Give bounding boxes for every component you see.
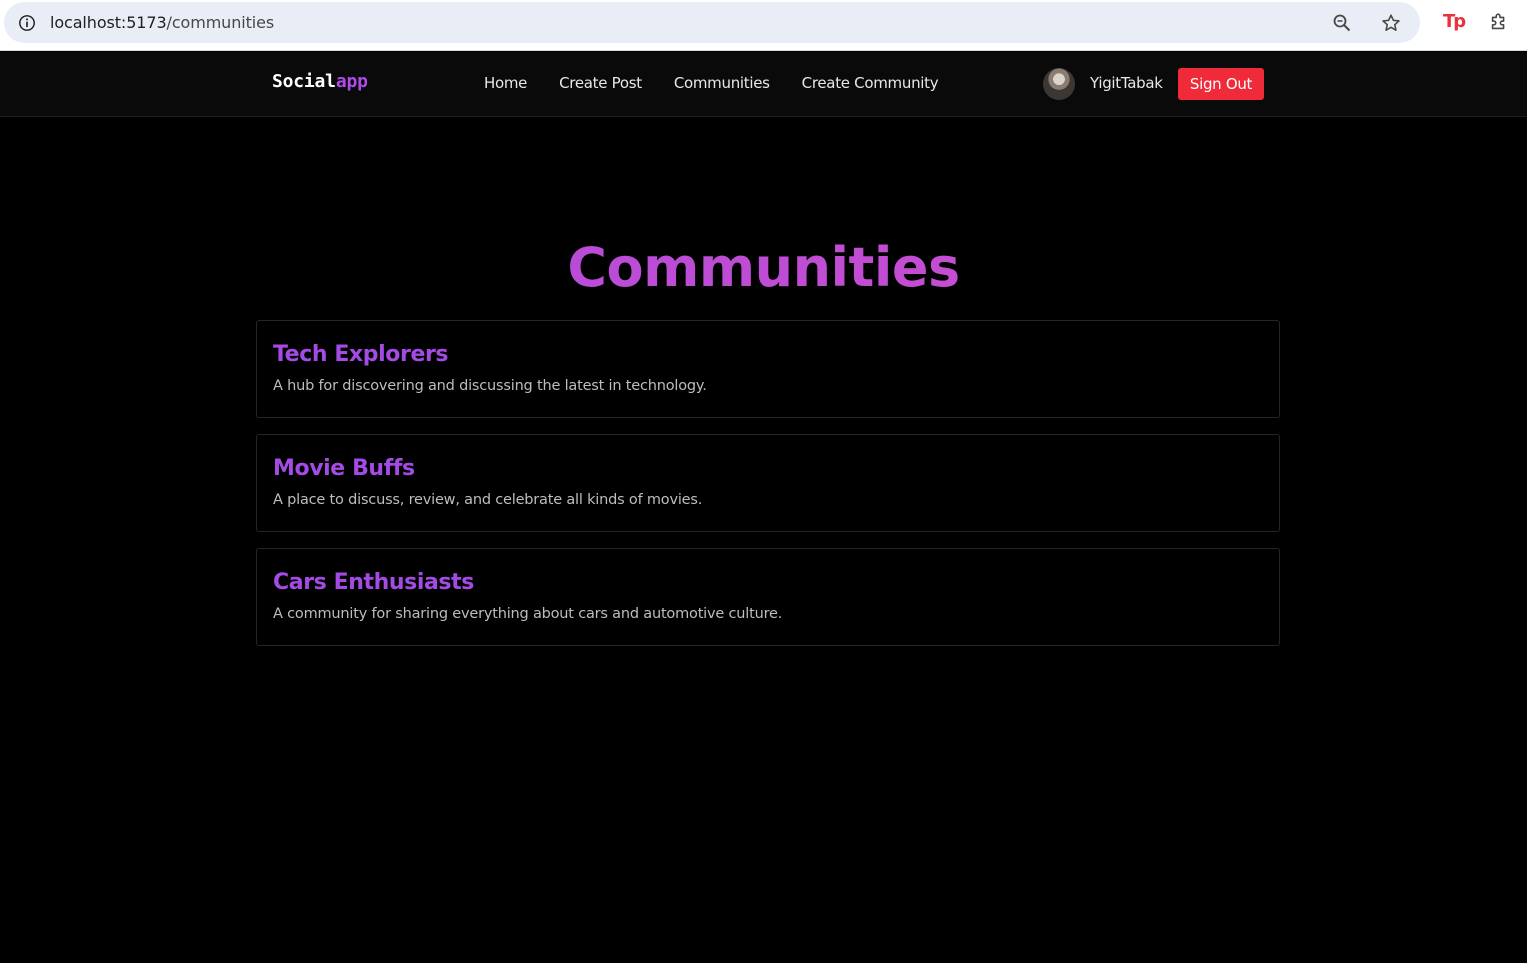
community-list: Tech Explorers A hub for discovering and…: [256, 320, 1280, 646]
address-bar[interactable]: localhost:5173/communities: [4, 2, 1420, 43]
nav-links: Home Create Post Communities Create Comm…: [484, 74, 939, 92]
community-card-tech-explorers[interactable]: Tech Explorers A hub for discovering and…: [256, 320, 1280, 418]
community-description: A community for sharing everything about…: [273, 606, 783, 622]
url-text[interactable]: localhost:5173/communities: [50, 13, 274, 32]
extension-tp-icon[interactable]: Tp: [1443, 11, 1467, 33]
sign-out-button[interactable]: Sign Out: [1178, 68, 1264, 100]
nav-link-create-community[interactable]: Create Community: [802, 74, 939, 92]
zoom-icon[interactable]: [1332, 13, 1352, 33]
url-path: /communities: [166, 13, 275, 32]
info-icon[interactable]: [18, 14, 36, 32]
url-host: localhost:5173: [50, 13, 167, 32]
page-title: Communities: [0, 236, 1527, 299]
community-card-movie-buffs[interactable]: Movie Buffs A place to discuss, review, …: [256, 434, 1280, 532]
community-description: A hub for discovering and discussing the…: [273, 378, 707, 394]
community-description: A place to discuss, review, and celebrat…: [273, 492, 703, 508]
bookmark-star-icon[interactable]: [1380, 12, 1402, 34]
app-navbar: Socialapp Home Create Post Communities C…: [0, 52, 1527, 117]
community-name[interactable]: Movie Buffs: [273, 455, 1263, 483]
browser-toolbar: localhost:5173/communities Tp: [0, 0, 1527, 51]
username: YigitTabak: [1090, 74, 1163, 92]
avatar: [1043, 68, 1075, 100]
brand-logo[interactable]: Socialapp: [272, 71, 368, 92]
brand-accent: app: [335, 71, 368, 92]
brand-main: Social: [272, 71, 336, 92]
community-card-cars-enthusiasts[interactable]: Cars Enthusiasts A community for sharing…: [256, 548, 1280, 646]
community-name[interactable]: Cars Enthusiasts: [273, 569, 1263, 597]
nav-link-create-post[interactable]: Create Post: [559, 74, 642, 92]
nav-link-communities[interactable]: Communities: [674, 74, 770, 92]
community-name[interactable]: Tech Explorers: [273, 341, 1263, 369]
nav-link-home[interactable]: Home: [484, 74, 527, 92]
extensions-puzzle-icon[interactable]: [1488, 11, 1510, 33]
